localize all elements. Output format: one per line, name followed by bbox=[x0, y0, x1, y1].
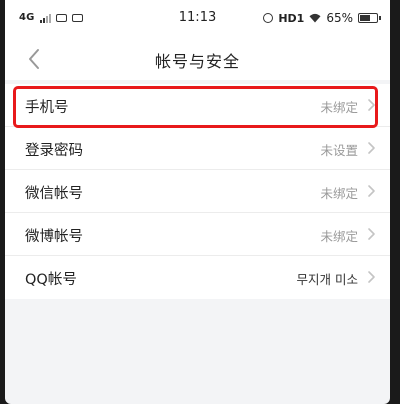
status-bar: 4G 11:13 HD1 65% bbox=[5, 0, 390, 38]
hd-indicator: HD1 bbox=[278, 11, 305, 25]
phone-screen: 4G 11:13 HD1 65% 帐号与安全 手机号 未绑定 登录密码 未设置 … bbox=[5, 0, 390, 404]
row-qq-account[interactable]: QQ帐号 무지개 미소 bbox=[5, 256, 390, 299]
settings-list: 手机号 未绑定 登录密码 未设置 微信帐号 未绑定 微博帐号 未绑定 QQ帐号 … bbox=[5, 84, 390, 299]
row-label: 微博帐号 bbox=[25, 229, 83, 245]
chevron-right-icon bbox=[368, 142, 375, 154]
row-phone-number[interactable]: 手机号 未绑定 bbox=[5, 84, 390, 127]
row-value: 무지개 미소 bbox=[296, 272, 358, 287]
row-wechat-account[interactable]: 微信帐号 未绑定 bbox=[5, 170, 390, 213]
battery-icon bbox=[358, 13, 381, 23]
chevron-right-icon bbox=[368, 271, 375, 283]
row-weibo-account[interactable]: 微博帐号 未绑定 bbox=[5, 213, 390, 256]
status-right: HD1 65% bbox=[263, 11, 381, 25]
row-label: 微信帐号 bbox=[25, 186, 83, 202]
page-title: 帐号与安全 bbox=[154, 52, 240, 71]
nav-bar: 帐号与安全 bbox=[5, 38, 390, 80]
row-value: 未绑定 bbox=[320, 100, 358, 115]
chevron-right-icon bbox=[368, 185, 375, 197]
chevron-right-icon bbox=[368, 99, 375, 111]
chevron-right-icon bbox=[368, 228, 375, 240]
row-login-password[interactable]: 登录密码 未设置 bbox=[5, 127, 390, 170]
row-value: 未绑定 bbox=[320, 229, 358, 244]
row-label: 手机号 bbox=[25, 100, 69, 116]
row-value: 未绑定 bbox=[320, 186, 358, 201]
battery-percent: 65% bbox=[326, 11, 353, 25]
wifi-icon bbox=[309, 13, 321, 23]
row-label: QQ帐号 bbox=[25, 272, 77, 288]
row-value: 未设置 bbox=[320, 143, 358, 158]
row-label: 登录密码 bbox=[25, 143, 83, 159]
alarm-icon bbox=[263, 13, 274, 23]
